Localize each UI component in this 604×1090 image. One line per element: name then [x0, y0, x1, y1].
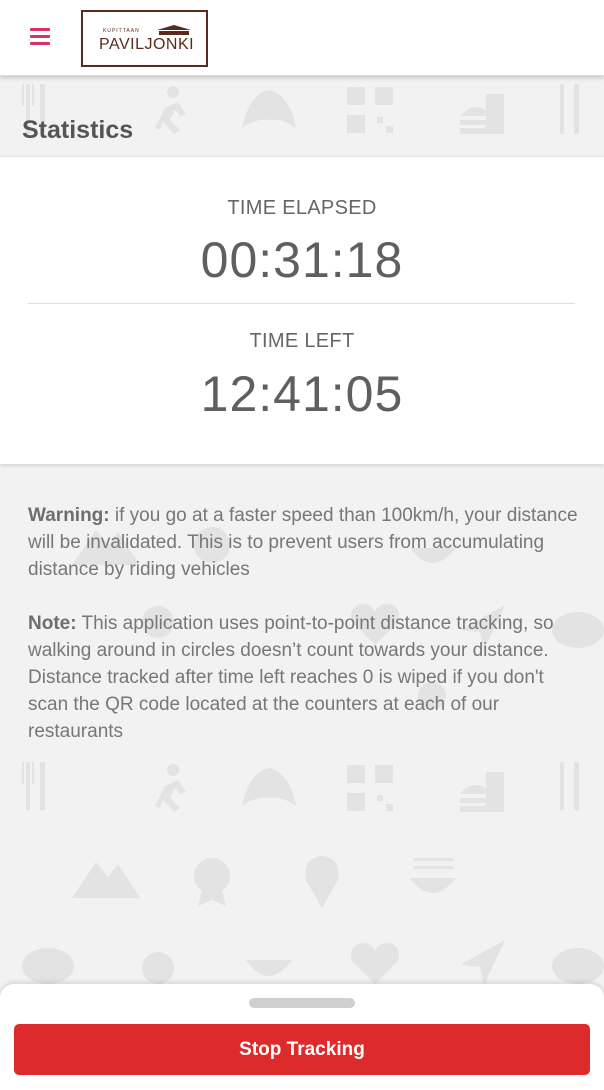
- hamburger-menu-icon[interactable]: [30, 28, 52, 48]
- logo-main-text: PAVILJONKI: [99, 36, 195, 53]
- note-label: Note:: [28, 613, 77, 634]
- logo-small-text: KUPITTAAN: [103, 28, 140, 34]
- app-header: KUPITTAAN PAVILJONKI: [0, 0, 604, 76]
- croissant-icon: [242, 768, 296, 806]
- steak-icon: [22, 948, 604, 984]
- info-notes: Warning: if you go at a faster speed tha…: [28, 502, 580, 772]
- navigation-arrow-icon: [460, 940, 505, 985]
- burger-drink-icon: [460, 772, 504, 812]
- heart-pulse-icon: [351, 943, 399, 984]
- time-left-value: 12:41:05: [200, 366, 404, 422]
- time-left-label: TIME LEFT: [249, 330, 355, 352]
- menu-bar-middle: [30, 35, 50, 38]
- rice-bowl-icon: [246, 960, 292, 976]
- stop-tracking-button[interactable]: Stop Tracking: [14, 1024, 590, 1075]
- brand-logo[interactable]: KUPITTAAN PAVILJONKI: [81, 10, 208, 67]
- mountain-icon: [72, 862, 140, 898]
- stats-divider: [28, 303, 575, 304]
- location-pin-icon: [305, 856, 339, 908]
- pavilion-roof-icon: [157, 25, 191, 35]
- time-elapsed-value: 00:31:18: [200, 232, 404, 288]
- apple-icon: [142, 952, 174, 984]
- note-text: This application uses point-to-point dis…: [28, 613, 554, 742]
- noodle-bowl-icon: [410, 858, 456, 893]
- award-icon: [194, 858, 230, 906]
- note-paragraph: Note: This application uses point-to-poi…: [28, 610, 580, 745]
- bottom-sheet: Stop Tracking: [0, 984, 604, 1090]
- menu-bar-top: [30, 28, 50, 31]
- statistics-header: Statistics: [0, 78, 604, 154]
- statistics-card: TIME ELAPSED 00:31:18 TIME LEFT 12:41:05: [0, 156, 604, 464]
- warning-paragraph: Warning: if you go at a faster speed tha…: [28, 502, 580, 583]
- time-elapsed-label: TIME ELAPSED: [227, 197, 377, 219]
- sheet-drag-handle[interactable]: [249, 998, 355, 1008]
- menu-bar-bottom: [30, 42, 50, 45]
- warning-label: Warning:: [28, 505, 110, 526]
- warning-text: if you go at a faster speed than 100km/h…: [28, 505, 578, 580]
- page-title: Statistics: [22, 116, 134, 144]
